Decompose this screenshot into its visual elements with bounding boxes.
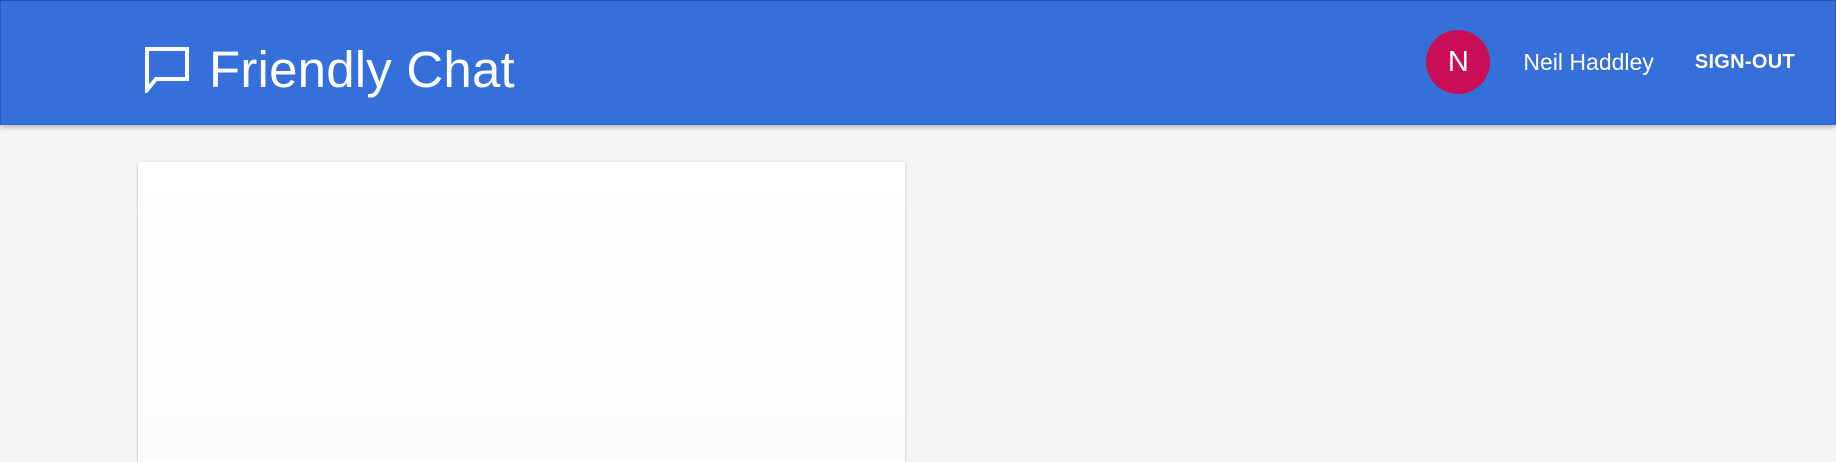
user-name: Neil Haddley [1523, 48, 1654, 75]
user-avatar: N [1426, 30, 1491, 94]
app-header: Friendly Chat N Neil Haddley SIGN-OUT [0, 0, 1836, 125]
brand: Friendly Chat [143, 40, 515, 98]
user-area: N Neil Haddley SIGN-OUT [1426, 30, 1795, 94]
app-window: Friendly Chat N Neil Haddley SIGN-OUT [0, 0, 1836, 462]
app-title: Friendly Chat [209, 40, 515, 98]
sign-out-button[interactable]: SIGN-OUT [1695, 52, 1795, 72]
chat-bubble-icon [143, 45, 191, 96]
avatar-initial: N [1447, 45, 1469, 78]
messages-card [138, 162, 905, 462]
